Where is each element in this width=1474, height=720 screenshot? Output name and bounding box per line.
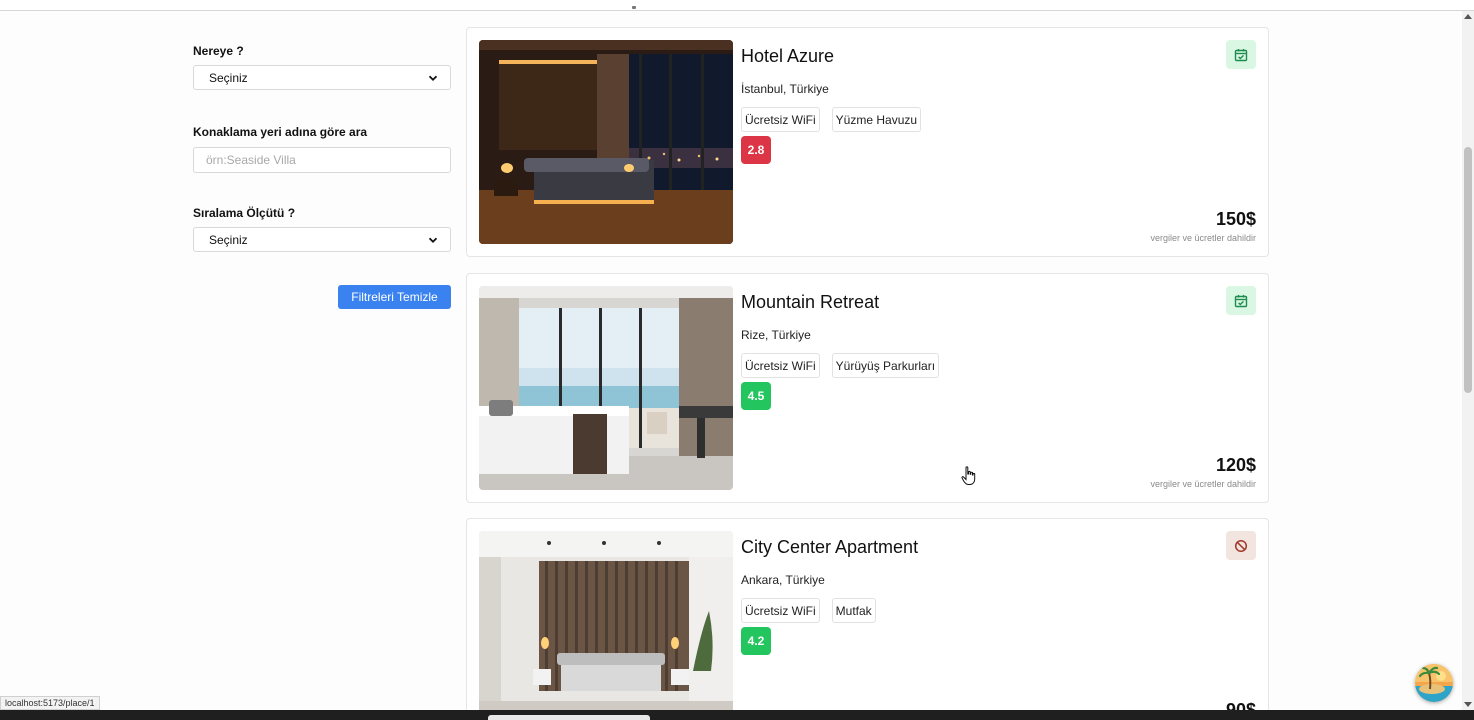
tax-note: vergiler ve ücretler dahildir xyxy=(1150,479,1256,489)
destination-label: Nereye ? xyxy=(193,44,244,58)
listing-name[interactable]: Mountain Retreat xyxy=(741,292,879,313)
name-search-filter: Konaklama yeri adına göre ara xyxy=(193,125,451,173)
chevron-down-icon xyxy=(428,235,438,245)
amenity-chip: Yürüyüş Parkurları xyxy=(831,353,940,378)
scrollbar-thumb[interactable] xyxy=(1464,147,1472,393)
scroll-indicator-icon xyxy=(632,6,636,9)
chevron-down-icon xyxy=(428,73,438,83)
destination-select[interactable]: Seçiniz xyxy=(193,65,451,90)
taskbar-window-tab[interactable] xyxy=(488,715,650,720)
amenity-chip: Mutfak xyxy=(831,598,876,623)
listing-location: İstanbul, Türkiye xyxy=(741,82,829,96)
listing-location: Ankara, Türkiye xyxy=(741,573,825,587)
listing-price: 120$ xyxy=(1215,455,1256,475)
scroll-down-icon[interactable] xyxy=(1464,702,1472,707)
amenity-chip: Ücretsiz WiFi xyxy=(741,107,820,132)
listing-photo[interactable] xyxy=(479,40,733,244)
calendar-check-icon xyxy=(1234,294,1248,307)
scroll-up-icon[interactable] xyxy=(1464,14,1472,19)
listing-name[interactable]: Hotel Azure xyxy=(741,46,834,67)
sort-filter: Sıralama Ölçütü ? Seçiniz xyxy=(193,206,451,252)
ban-icon xyxy=(1234,539,1248,552)
listing-card[interactable]: City Center Apartment Ankara, Türkiye Üc… xyxy=(466,518,1269,720)
sort-select-value: Seçiniz xyxy=(209,232,248,247)
listing-price: 150$ xyxy=(1215,209,1256,229)
amenity-list: Ücretsiz WiFi Yüzme Havuzu xyxy=(741,107,922,132)
sort-select[interactable]: Seçiniz xyxy=(193,227,451,252)
listing-card[interactable]: Mountain Retreat Rize, Türkiye Ücretsiz … xyxy=(466,273,1269,503)
name-search-box xyxy=(193,147,451,173)
availability-status[interactable] xyxy=(1226,286,1256,315)
beach-island-icon xyxy=(1415,664,1453,702)
destination-select-value: Seçiniz xyxy=(209,70,248,85)
amenity-list: Ücretsiz WiFi Mutfak xyxy=(741,598,876,623)
name-search-input[interactable] xyxy=(206,153,438,167)
destination-filter: Nereye ? Seçiniz xyxy=(193,44,451,90)
amenity-chip: Yüzme Havuzu xyxy=(831,107,922,132)
floating-chat-button[interactable] xyxy=(1415,664,1453,702)
rating-badge: 2.8 xyxy=(741,136,771,164)
tax-note: vergiler ve ücretler dahildir xyxy=(1150,233,1256,243)
listing-name[interactable]: City Center Apartment xyxy=(741,537,918,558)
rating-badge: 4.2 xyxy=(741,627,771,655)
listing-photo[interactable] xyxy=(479,286,733,490)
name-search-label: Konaklama yeri adına göre ara xyxy=(193,125,368,139)
listing-location: Rize, Türkiye xyxy=(741,328,811,342)
amenity-chip: Ücretsiz WiFi xyxy=(741,598,820,623)
hand-pointer-cursor-icon xyxy=(961,466,977,491)
browser-top-edge xyxy=(0,0,1474,11)
amenity-list: Ücretsiz WiFi Yürüyüş Parkurları xyxy=(741,353,940,378)
page-scrollbar[interactable] xyxy=(1462,11,1474,710)
rating-badge: 4.5 xyxy=(741,382,771,410)
sort-label: Sıralama Ölçütü ? xyxy=(193,206,296,220)
amenity-chip: Ücretsiz WiFi xyxy=(741,353,820,378)
clear-filters-button[interactable]: Filtreleri Temizle xyxy=(338,285,451,309)
availability-status[interactable] xyxy=(1226,40,1256,69)
availability-status[interactable] xyxy=(1226,531,1256,560)
taskbar xyxy=(0,710,1474,720)
browser-status-url: localhost:5173/place/1 xyxy=(0,696,100,710)
listing-photo[interactable] xyxy=(479,531,733,720)
calendar-check-icon xyxy=(1234,48,1248,61)
listing-card[interactable]: Hotel Azure İstanbul, Türkiye Ücretsiz W… xyxy=(466,27,1269,257)
